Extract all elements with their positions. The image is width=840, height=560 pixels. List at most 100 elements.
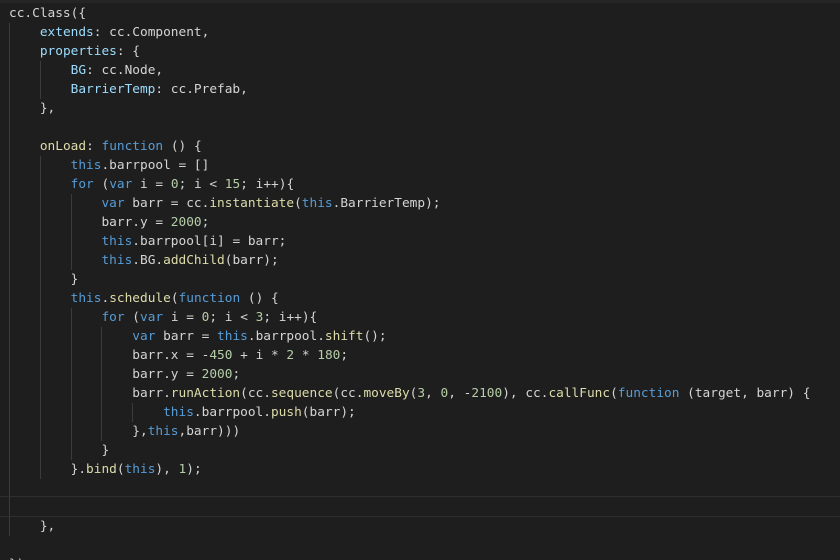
- code-token: this: [217, 329, 248, 344]
- code-token: );: [186, 462, 202, 477]
- code-token: this: [147, 424, 179, 439]
- code-line[interactable]: extends: cc.Component,: [0, 23, 840, 42]
- code-token: this: [301, 196, 333, 211]
- code-token: ;: [232, 367, 241, 382]
- code-line[interactable]: [0, 498, 840, 517]
- code-line[interactable]: this.barrpool = []: [0, 156, 840, 175]
- code-token: .barrpool = []: [101, 158, 210, 173]
- code-token: bind: [86, 462, 117, 477]
- code-token: BarrierTemp: [70, 82, 156, 97]
- code-line[interactable]: }.bind(this), 1);: [0, 460, 840, 479]
- code-token: : {: [116, 44, 140, 59]
- code-line[interactable]: cc.Class({: [0, 4, 840, 23]
- code-line[interactable]: },: [0, 517, 840, 536]
- editor-top-border: [0, 0, 840, 3]
- code-area[interactable]: cc.Class({ extends: cc.Component, proper…: [0, 4, 840, 560]
- code-token: this: [70, 291, 102, 306]
- code-token: this: [70, 158, 102, 173]
- code-line[interactable]: },this,barr))): [0, 422, 840, 441]
- code-token: i =: [163, 310, 202, 325]
- code-token: 2000: [201, 367, 233, 382]
- code-token: barr.x = -: [9, 348, 210, 363]
- code-line[interactable]: BarrierTemp: cc.Prefab,: [0, 80, 840, 99]
- code-token: shift: [324, 329, 364, 344]
- code-token: cc.Class({: [9, 6, 87, 21]
- code-line[interactable]: var barr = cc.instantiate(this.BarrierTe…: [0, 194, 840, 213]
- code-token: schedule: [109, 291, 171, 306]
- code-token: .barrpool.: [247, 329, 325, 344]
- code-token: this: [101, 234, 133, 249]
- code-editor[interactable]: cc.Class({ extends: cc.Component, proper…: [0, 0, 840, 560]
- code-token: }: [9, 272, 79, 287]
- code-token: 450: [209, 348, 233, 363]
- code-line[interactable]: barr.x = -450 + i * 2 * 180;: [0, 346, 840, 365]
- code-token: this: [124, 462, 156, 477]
- code-token: ; i <: [178, 177, 225, 192]
- code-token: var: [140, 310, 164, 325]
- code-line[interactable]: barr.y = 2000;: [0, 213, 840, 232]
- code-line[interactable]: [0, 118, 840, 137]
- code-token: moveBy: [363, 386, 410, 401]
- code-token: : cc.Node,: [86, 63, 164, 78]
- code-line[interactable]: this.schedule(function () {: [0, 289, 840, 308]
- code-token: (barr);: [224, 253, 279, 268]
- code-line[interactable]: for (var i = 0; i < 3; i++){: [0, 308, 840, 327]
- code-token: 2: [286, 348, 295, 363]
- code-token: i =: [132, 177, 171, 192]
- code-line[interactable]: onLoad: function () {: [0, 137, 840, 156]
- code-line[interactable]: BG: cc.Node,: [0, 61, 840, 80]
- code-token: var: [132, 329, 156, 344]
- code-token: BG: [70, 63, 87, 78]
- code-line[interactable]: this.barrpool.push(barr);: [0, 403, 840, 422]
- code-token: barr =: [155, 329, 218, 344]
- code-token: (: [116, 462, 125, 477]
- code-line[interactable]: this.BG.addChild(barr);: [0, 251, 840, 270]
- code-token: .barrpool[i] = barr;: [132, 234, 287, 249]
- code-token: runAction: [170, 386, 241, 401]
- code-line[interactable]: [0, 479, 840, 498]
- code-token: (: [124, 310, 140, 325]
- code-line[interactable]: this.barrpool[i] = barr;: [0, 232, 840, 251]
- code-token: (: [294, 196, 302, 211]
- code-token: .BarrierTemp);: [332, 196, 441, 211]
- code-token: push: [270, 405, 302, 420]
- code-token: : cc.Prefab,: [155, 82, 248, 97]
- code-token: .barrpool.: [193, 405, 271, 420]
- code-line[interactable]: var barr = this.barrpool.shift();: [0, 327, 840, 346]
- code-token: properties: [39, 44, 117, 59]
- code-token: this: [163, 405, 194, 420]
- code-line[interactable]: });: [0, 555, 840, 560]
- code-line[interactable]: }: [0, 441, 840, 460]
- code-token: function: [617, 386, 680, 401]
- code-token: }.: [9, 462, 87, 477]
- code-token: 3: [417, 386, 426, 401]
- code-line[interactable]: [0, 536, 840, 555]
- code-line[interactable]: }: [0, 270, 840, 289]
- code-token: + i *: [232, 348, 287, 363]
- code-token: ();: [363, 329, 387, 344]
- code-token: },: [9, 424, 148, 439]
- code-token: .BG.: [132, 253, 164, 268]
- code-token: (cc.: [332, 386, 364, 401]
- code-token: barr.y =: [9, 367, 202, 382]
- code-token: var: [109, 177, 133, 192]
- code-token: 0: [170, 177, 179, 192]
- code-line[interactable]: properties: {: [0, 42, 840, 61]
- code-token: : cc.Component,: [93, 25, 210, 40]
- code-token: 2100: [471, 386, 503, 401]
- code-line[interactable]: },: [0, 99, 840, 118]
- code-token: barr.: [9, 386, 171, 401]
- code-line[interactable]: barr.y = 2000;: [0, 365, 840, 384]
- code-line[interactable]: barr.runAction(cc.sequence(cc.moveBy(3, …: [0, 384, 840, 403]
- code-token: 180: [317, 348, 341, 363]
- code-token: () {: [240, 291, 279, 306]
- code-line[interactable]: for (var i = 0; i < 15; i++){: [0, 175, 840, 194]
- code-token: (: [610, 386, 618, 401]
